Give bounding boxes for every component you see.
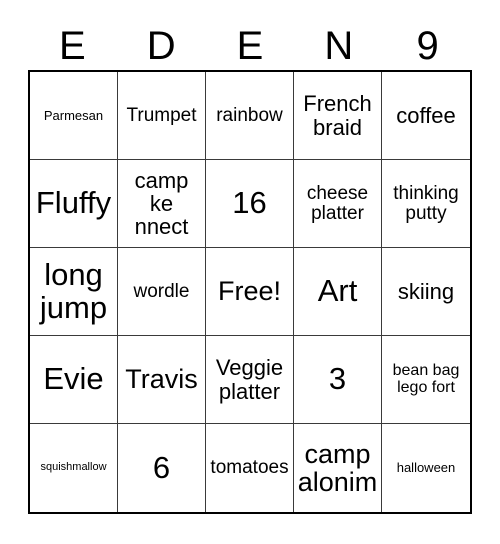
header-letter-text: E <box>59 24 86 68</box>
bingo-cell-free-space[interactable]: Free! <box>206 248 294 336</box>
bingo-cell-label: Parmesan <box>43 107 104 123</box>
header-letter-text: N <box>324 24 354 68</box>
bingo-cell[interactable]: bean bag lego fort <box>382 336 470 424</box>
bingo-cell[interactable]: coffee <box>382 72 470 160</box>
bingo-cell[interactable]: 3 <box>294 336 382 424</box>
bingo-cell[interactable]: Trumpet <box>118 72 206 160</box>
bingo-cell[interactable]: wordle <box>118 248 206 336</box>
bingo-cell[interactable]: camp ke nnect <box>118 160 206 248</box>
bingo-cell-label: squishmallow <box>40 461 107 474</box>
bingo-cell-label: halloween <box>396 460 456 476</box>
bingo-cell-label: French braid <box>303 91 372 140</box>
header-letter-text: 9 <box>416 24 439 68</box>
bingo-header-row: E D E N 9 <box>28 22 472 70</box>
bingo-cell[interactable]: skiing <box>382 248 470 336</box>
bingo-cell-label: 3 <box>328 361 347 397</box>
bingo-cell-label: camp ke nnect <box>134 167 189 240</box>
bingo-cell-label: skiing <box>397 278 455 304</box>
bingo-cell[interactable]: French braid <box>294 72 382 160</box>
header-letter-text: D <box>146 24 176 68</box>
bingo-cell-label: 16 <box>232 185 267 221</box>
bingo-cell[interactable]: long jump <box>30 248 118 336</box>
bingo-cell[interactable]: Art <box>294 248 382 336</box>
bingo-header-letter-4: 9 <box>383 22 472 70</box>
bingo-cell[interactable]: squishmallow <box>30 424 118 512</box>
bingo-cell-label: Trumpet <box>126 104 197 126</box>
bingo-header-letter-1: D <box>117 22 206 70</box>
bingo-cell-label: long jump <box>39 256 108 325</box>
bingo-card: E D E N 9 Parmesan Trumpet rainbow Frenc… <box>0 0 500 544</box>
bingo-cell-label: coffee <box>396 102 456 128</box>
bingo-grid: Parmesan Trumpet rainbow French braid co… <box>28 70 472 514</box>
bingo-cell-label: Free! <box>217 276 282 307</box>
bingo-cell[interactable]: camp alonim <box>294 424 382 512</box>
bingo-cell-label: tomatoes <box>210 457 289 479</box>
bingo-cell-label: wordle <box>133 280 190 302</box>
bingo-cell-label: Travis <box>125 364 198 395</box>
bingo-cell[interactable]: 6 <box>118 424 206 512</box>
bingo-cell[interactable]: Parmesan <box>30 72 118 160</box>
bingo-cell-label: camp alonim <box>297 438 378 497</box>
bingo-header-letter-3: N <box>294 22 383 70</box>
bingo-cell[interactable]: Travis <box>118 336 206 424</box>
bingo-cell[interactable]: Fluffy <box>30 160 118 248</box>
bingo-cell[interactable]: Evie <box>30 336 118 424</box>
bingo-cell[interactable]: tomatoes <box>206 424 294 512</box>
bingo-cell-label: Fluffy <box>35 185 112 221</box>
bingo-cell[interactable]: thinking putty <box>382 160 470 248</box>
bingo-cell-label: Evie <box>43 361 104 397</box>
bingo-cell-label: bean bag lego fort <box>392 361 460 396</box>
bingo-cell[interactable]: 16 <box>206 160 294 248</box>
header-letter-text: E <box>236 24 264 68</box>
bingo-header-letter-2: E <box>206 22 295 70</box>
bingo-cell[interactable]: halloween <box>382 424 470 512</box>
bingo-cell-label: Veggie platter <box>215 355 284 404</box>
bingo-cell[interactable]: Veggie platter <box>206 336 294 424</box>
bingo-cell-label: 6 <box>152 449 171 485</box>
bingo-cell-label: thinking putty <box>393 182 459 224</box>
bingo-cell[interactable]: cheese platter <box>294 160 382 248</box>
bingo-cell-label: Art <box>317 273 358 309</box>
bingo-header-letter-0: E <box>28 22 117 70</box>
bingo-cell[interactable]: rainbow <box>206 72 294 160</box>
bingo-cell-label: rainbow <box>216 104 283 126</box>
bingo-cell-label: cheese platter <box>306 182 369 224</box>
